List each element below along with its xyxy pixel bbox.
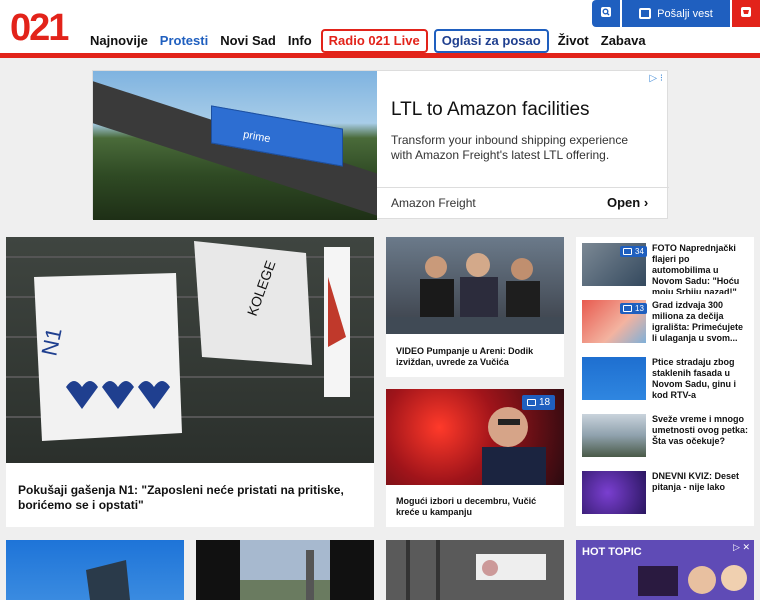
chevron-right-icon: › xyxy=(643,195,649,210)
mid-article-title-1[interactable]: VIDEO Pumpanje u Areni: Dodik izviždan, … xyxy=(396,346,556,368)
search-icon xyxy=(600,6,612,21)
sidebar-title-5[interactable]: DNEVNI KVIZ: Deset pitanja - nije lako xyxy=(652,471,750,493)
send-news-button[interactable]: Pošalji vest xyxy=(622,0,730,27)
comment-icon xyxy=(623,248,632,255)
comment-count: 34 xyxy=(635,247,644,256)
sidebar-title-3[interactable]: Ptice stradaju zbog staklenih fasada u N… xyxy=(652,357,750,401)
nav-item-info[interactable]: Info xyxy=(282,29,318,53)
mid-article-image-1 xyxy=(386,237,564,334)
header-divider xyxy=(0,53,760,58)
mid-article-title-2[interactable]: Mogući izbori u decembru, Vučić kreće u … xyxy=(396,496,556,518)
nav-item-zabava[interactable]: Zabava xyxy=(595,29,652,53)
mid-article-card-2[interactable]: 18 Mogući izbori u decembru, Vučić kreće… xyxy=(386,389,564,527)
sidebar-title-1[interactable]: FOTO Naprednjački flajeri po automobilim… xyxy=(652,243,750,298)
sidebar-thumb-4 xyxy=(582,414,646,457)
ad-brand: Amazon Freight xyxy=(391,196,476,210)
sidebar-article-1[interactable]: 34 FOTO Naprednjački flajeri po automobi… xyxy=(576,237,754,298)
ad-description: Transform your inbound shipping experien… xyxy=(391,133,629,162)
sidebar-thumb-3 xyxy=(582,357,646,400)
send-news-label: Pošalji vest xyxy=(657,7,713,20)
ad-title[interactable]: LTL to Amazon facilities xyxy=(391,99,590,121)
bottom-article-card-3[interactable] xyxy=(386,540,564,600)
ad-divider xyxy=(377,187,669,188)
site-header: 021 Najnovije Protesti Novi Sad Info Rad… xyxy=(0,0,760,58)
main-article-title[interactable]: Pokušaji gašenja N1: "Zaposleni neće pri… xyxy=(18,483,364,513)
sidebar-thumb-5 xyxy=(582,471,646,514)
comment-count-badge[interactable]: 18 xyxy=(522,395,556,410)
top-actions: Pošalji vest xyxy=(592,0,760,27)
comment-icon xyxy=(527,399,536,406)
comment-icon xyxy=(623,305,632,312)
nav-item-radio-live[interactable]: Radio 021 Live xyxy=(320,29,428,53)
site-logo[interactable]: 021 xyxy=(10,8,70,48)
main-article-image: N1 KOLEGE xyxy=(6,237,374,463)
bottom-ad-banner[interactable]: HOT TOPIC ▷ ✕ xyxy=(576,540,754,600)
comment-count: 13 xyxy=(635,304,644,313)
search-button[interactable] xyxy=(592,0,620,27)
sidebar-article-5[interactable]: DNEVNI KVIZ: Deset pitanja - nije lako xyxy=(576,465,754,526)
mid-article-card-1[interactable]: VIDEO Pumpanje u Areni: Dodik izviždan, … xyxy=(386,237,564,377)
sidebar-article-2[interactable]: 13 Grad izdvaja 300 miliona za dečija ig… xyxy=(576,294,754,355)
sidebar-title-4[interactable]: Sveže vreme i mnogo umetnosti ovog petka… xyxy=(652,414,750,447)
nav-item-novi-sad[interactable]: Novi Sad xyxy=(214,29,282,53)
ad-image: prime xyxy=(93,71,377,220)
comment-count-badge[interactable]: 34 xyxy=(620,246,647,257)
bottom-article-card-1[interactable] xyxy=(6,540,184,600)
main-nav: Najnovije Protesti Novi Sad Info Radio 0… xyxy=(84,29,652,53)
nav-item-protesti[interactable]: Protesti xyxy=(154,29,214,53)
cart-button[interactable] xyxy=(732,0,760,27)
ad-choices-icon[interactable]: ▷ ⁝ xyxy=(649,73,663,84)
ad-open-button[interactable]: Open › xyxy=(607,195,648,210)
nav-item-oglasi[interactable]: Oglasi za posao xyxy=(433,29,549,53)
main-article-card[interactable]: N1 KOLEGE Pokušaji gašenja N1: "Zaposlen… xyxy=(6,237,374,527)
message-icon xyxy=(639,8,652,19)
ad-banner[interactable]: prime ▷ ⁝ LTL to Amazon facilities Trans… xyxy=(92,70,669,220)
comment-count: 18 xyxy=(539,397,551,408)
ad-open-label: Open xyxy=(607,195,641,210)
sidebar-title-2[interactable]: Grad izdvaja 300 miliona za dečija igral… xyxy=(652,300,750,344)
comment-count-badge[interactable]: 13 xyxy=(620,303,647,314)
nav-item-zivot[interactable]: Život xyxy=(552,29,595,53)
sidebar-article-3[interactable]: Ptice stradaju zbog staklenih fasada u N… xyxy=(576,351,754,412)
nav-item-najnovije[interactable]: Najnovije xyxy=(84,29,154,53)
bottom-article-card-2[interactable] xyxy=(196,540,374,600)
sidebar-article-4[interactable]: Sveže vreme i mnogo umetnosti ovog petka… xyxy=(576,408,754,469)
cart-icon xyxy=(740,6,752,21)
